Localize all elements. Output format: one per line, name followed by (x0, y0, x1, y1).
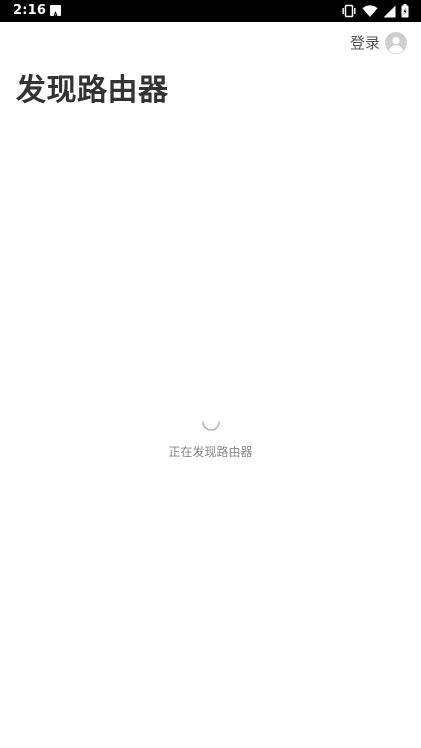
status-bar: 2:16 (0, 0, 421, 22)
loading-spinner-icon (201, 421, 220, 431)
login-button[interactable]: 登录 (350, 31, 407, 55)
battery-icon (401, 4, 409, 18)
status-time: 2:16 (13, 3, 47, 18)
notification-a-icon (50, 5, 61, 18)
user-avatar-icon (385, 32, 407, 54)
status-icons (341, 3, 409, 19)
vibrate-icon (341, 4, 357, 18)
page-title: 发现路由器 (16, 73, 169, 108)
app-screen: 2:16 登录 发现路由器 正在发现路由器 (0, 0, 421, 748)
loading-text: 正在发现路由器 (168, 445, 253, 459)
login-label: 登录 (349, 34, 380, 52)
loading-indicator: 正在发现路由器 (0, 412, 421, 460)
cell-signal-icon (383, 5, 396, 18)
wifi-icon (362, 4, 378, 18)
